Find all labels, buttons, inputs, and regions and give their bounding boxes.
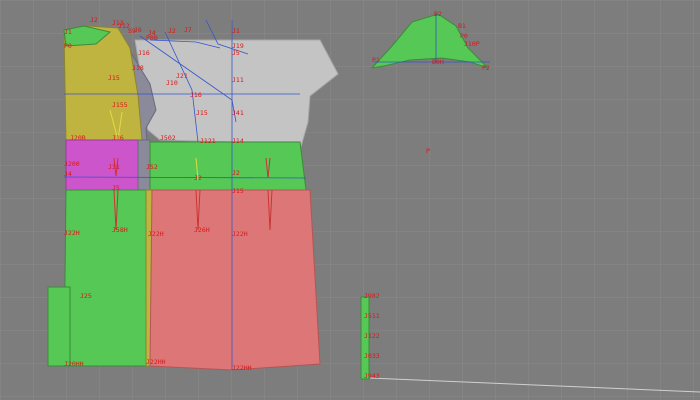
point-label: J21 xyxy=(176,72,188,80)
pattern-piece-main-panel[interactable] xyxy=(149,189,321,371)
point-label: P0 xyxy=(460,32,468,40)
point-label: J18 xyxy=(132,64,144,72)
point-label: J121 xyxy=(200,137,216,145)
point-label: B2 xyxy=(434,10,442,18)
point-label: J2 xyxy=(90,16,98,24)
point-label: J5 xyxy=(112,184,120,192)
point-label: J58H xyxy=(112,226,128,234)
point-label: J982 xyxy=(364,292,380,300)
point-label: P0B xyxy=(146,34,158,42)
point-label: J2 xyxy=(168,27,176,35)
point-label: J5 xyxy=(232,49,240,57)
point-label: J15 xyxy=(232,187,244,195)
point-label: J11 xyxy=(232,76,244,84)
pattern-piece-left-extension[interactable] xyxy=(47,286,71,367)
point-label: J26H xyxy=(194,226,210,234)
point-label: J22H xyxy=(232,230,248,238)
point-label: J155 xyxy=(112,101,128,109)
point-label: J16 xyxy=(112,134,124,142)
point-label: P2 xyxy=(482,64,490,72)
point-label: J943 xyxy=(364,372,380,380)
point-label: J20B xyxy=(70,134,86,142)
point-label: J033 xyxy=(364,352,380,360)
point-label: J10 xyxy=(166,79,178,87)
point-label: P xyxy=(426,147,430,155)
pattern-workspace[interactable]: J2 J1 J13 J12 S9 J6 J2 J7 J4 J1 P0B P0 J… xyxy=(0,0,700,400)
point-label: P0 xyxy=(64,42,72,50)
point-label: J22H xyxy=(64,229,80,237)
pattern-piece-waistband[interactable] xyxy=(149,141,307,191)
point-label: J2 xyxy=(232,169,240,177)
point-label: B1 xyxy=(458,22,466,30)
point-label: J14 xyxy=(232,137,244,145)
point-label: J511 xyxy=(364,312,380,320)
point-label: J52 xyxy=(146,163,158,171)
point-label: J41 xyxy=(232,109,244,117)
point-label: J20HH xyxy=(64,360,84,368)
point-label: J502 xyxy=(160,134,176,142)
point-label: J15 xyxy=(108,74,120,82)
point-label: J122 xyxy=(364,332,380,340)
point-label: J7 xyxy=(184,26,192,34)
point-label: J31 xyxy=(108,163,120,171)
point-label: J2 xyxy=(194,174,202,182)
point-label: J10P xyxy=(464,40,480,48)
point-label: J1 xyxy=(64,28,72,36)
point-label: J16 xyxy=(190,91,202,99)
point-label: J15 xyxy=(196,109,208,117)
point-label: J4 xyxy=(64,170,72,178)
pattern-piece-left-panel[interactable] xyxy=(63,189,151,367)
point-label: J22HH xyxy=(232,364,252,372)
point-label: J200 xyxy=(64,160,80,168)
point-label: J25 xyxy=(80,292,92,300)
point-label: P1 xyxy=(372,56,380,64)
point-label: B0H xyxy=(432,58,444,66)
point-label: J16 xyxy=(138,49,150,57)
point-label: J1 xyxy=(232,27,240,35)
point-label: J22HH xyxy=(146,358,166,366)
point-label: J6 xyxy=(134,26,142,34)
point-label: J22H xyxy=(148,230,164,238)
